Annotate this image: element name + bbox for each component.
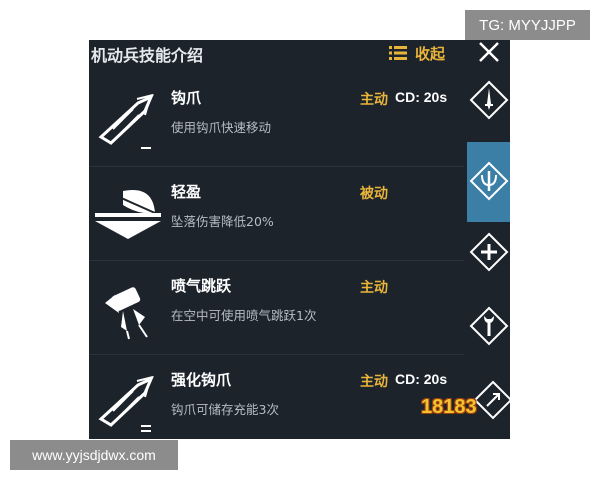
skill-intro-panel: 机动兵技能介绍 收起 钩爪 使用钩爪快速移动 主动 CD: 20s 轻盈 坠落伤… bbox=[89, 40, 510, 439]
arrow-icon[interactable] bbox=[473, 380, 510, 420]
skill-name: 轻盈 bbox=[171, 183, 202, 201]
panel-title: 机动兵技能介绍 bbox=[91, 46, 204, 65]
panel-header: 机动兵技能介绍 收起 bbox=[89, 40, 510, 70]
skill-type: 主动 bbox=[360, 280, 388, 296]
jetpack-icon bbox=[105, 287, 148, 340]
plus-icon[interactable] bbox=[469, 232, 509, 272]
site-logo: 18183 bbox=[421, 396, 477, 418]
skill-name: 强化钩爪 bbox=[171, 371, 232, 389]
feather-icon bbox=[95, 189, 161, 239]
skill-desc: 坠落伤害降低20% bbox=[171, 214, 274, 229]
skill-type: 主动 bbox=[360, 374, 388, 390]
skill-row-enhanced-grapple[interactable]: 强化钩爪 钩爪可储存充能3次 主动 CD: 20s bbox=[89, 354, 464, 439]
skill-desc: 钩爪可储存充能3次 bbox=[171, 402, 279, 417]
dagger-icon[interactable] bbox=[469, 80, 509, 120]
skill-desc: 使用钩爪快速移动 bbox=[171, 120, 272, 135]
skill-name: 钩爪 bbox=[171, 89, 202, 107]
skill-desc: 在空中可使用喷气跳跃1次 bbox=[171, 308, 317, 323]
skill-type: 被动 bbox=[360, 186, 388, 202]
skill-cooldown: CD: 20s bbox=[395, 371, 448, 387]
wrench-icon[interactable] bbox=[469, 306, 509, 346]
skill-row-grapple[interactable]: 钩爪 使用钩爪快速移动 主动 CD: 20s bbox=[89, 73, 464, 166]
skill-type: 主动 bbox=[360, 92, 388, 108]
close-icon[interactable] bbox=[477, 40, 501, 64]
url-watermark: www.yyjsdjdwx.com bbox=[10, 440, 178, 470]
grapple-hook-icon bbox=[98, 376, 154, 432]
trident-icon[interactable] bbox=[469, 161, 509, 201]
skill-row-jetjump[interactable]: 喷气跳跃 在空中可使用喷气跳跃1次 主动 bbox=[89, 260, 464, 354]
grapple-hook-icon bbox=[98, 94, 154, 149]
skill-name: 喷气跳跃 bbox=[171, 277, 232, 295]
collapse-label: 收起 bbox=[415, 44, 446, 63]
skill-cooldown: CD: 20s bbox=[395, 89, 448, 105]
list-icon bbox=[389, 46, 407, 60]
skill-row-light[interactable]: 轻盈 坠落伤害降低20% 被动 bbox=[89, 166, 464, 260]
tg-watermark: TG: MYYJJPP bbox=[465, 10, 590, 40]
collapse-button[interactable]: 收起 bbox=[389, 41, 445, 65]
skill-list: 钩爪 使用钩爪快速移动 主动 CD: 20s 轻盈 坠落伤害降低20% 被动 喷… bbox=[89, 73, 464, 439]
